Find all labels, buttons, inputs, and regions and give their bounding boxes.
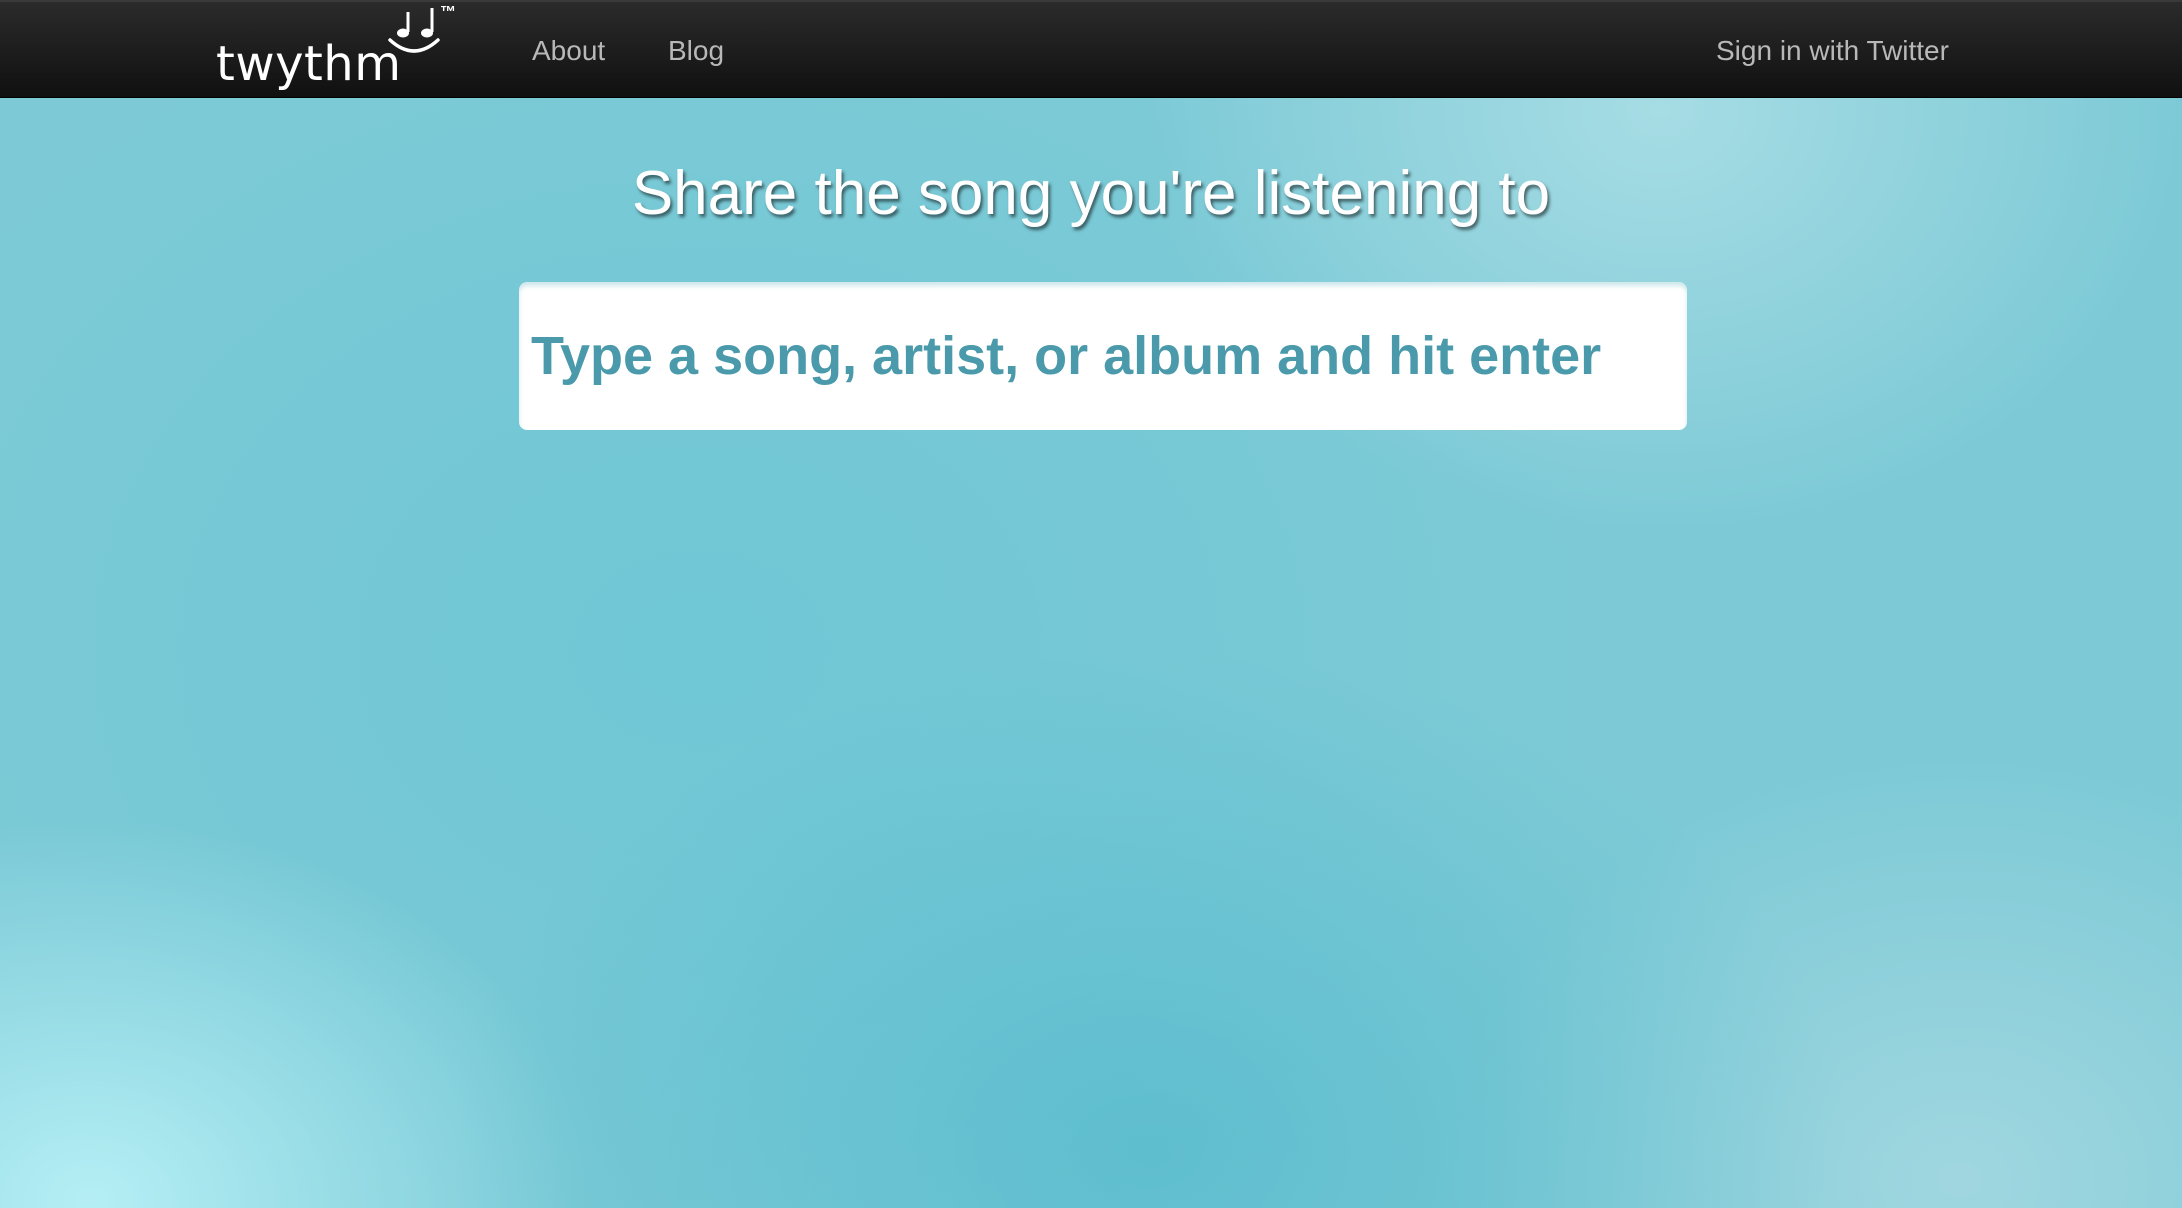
trademark-symbol: ™: [440, 4, 456, 21]
page-headline: Share the song you're listening to: [631, 159, 1551, 228]
top-navbar: twythm ™ About Blog Sign in with Twitter: [0, 0, 2182, 98]
nav-link-blog[interactable]: Blog: [668, 32, 724, 70]
sign-in-with-twitter-link[interactable]: Sign in with Twitter: [1716, 32, 1949, 70]
brand-logo-link[interactable]: twythm ™: [216, 2, 466, 98]
music-notes-smile-icon: [388, 8, 440, 53]
song-search-input[interactable]: [531, 300, 1671, 412]
search-box: [519, 282, 1687, 430]
brand-name: twythm: [216, 36, 402, 92]
nav-link-about[interactable]: About: [532, 32, 605, 70]
